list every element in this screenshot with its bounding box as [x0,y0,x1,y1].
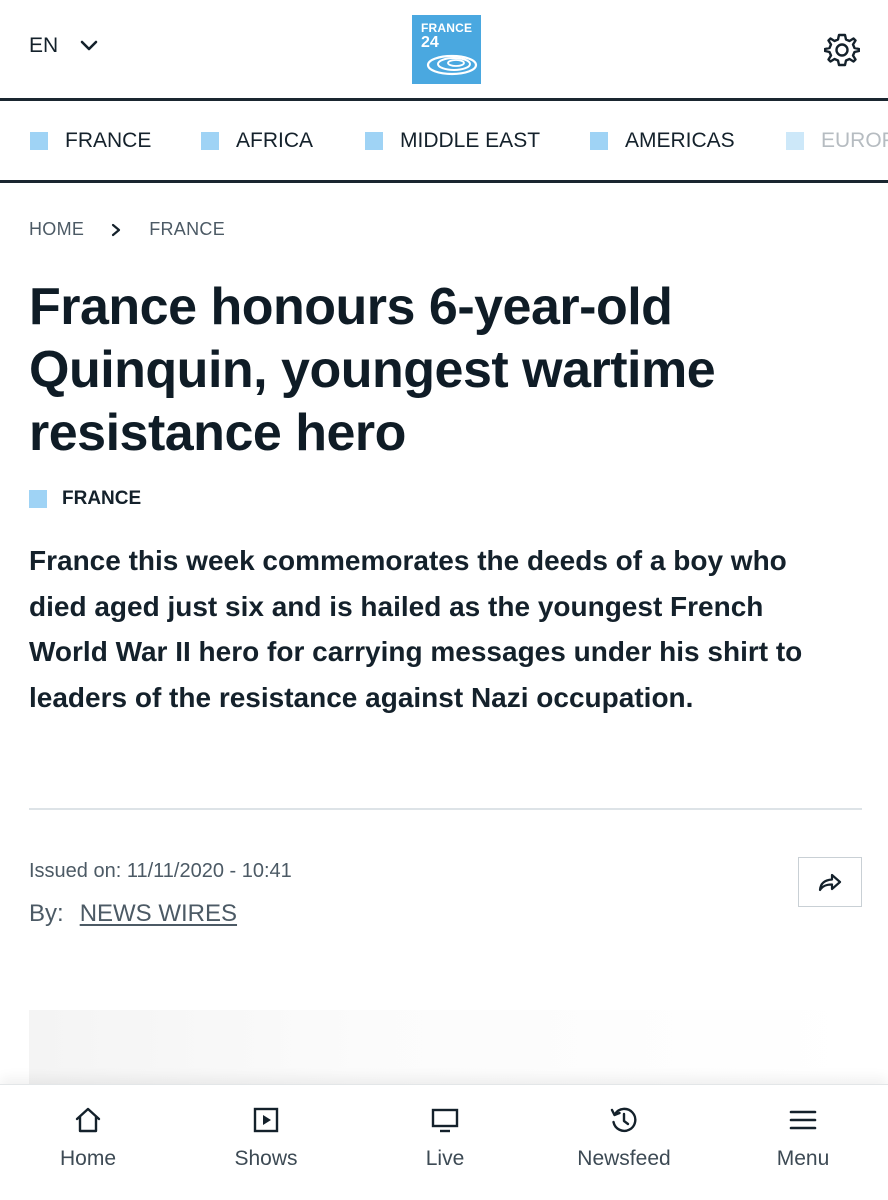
article-title: France honours 6-year-old Quinquin, youn… [29,278,716,462]
history-icon [610,1107,637,1133]
section-label: EUROPE [821,129,888,152]
section-nav: FRANCE AFRICA MIDDLE EAST AMERICAS EUROP… [0,101,888,183]
article-tag[interactable]: FRANCE [29,488,141,510]
share-arrow-icon [818,873,842,892]
bottom-nav-home[interactable]: Home [18,1105,158,1171]
section-nav-americas[interactable]: AMERICAS [590,129,735,153]
bottom-nav-label: Menu [776,1147,830,1170]
section-marker [786,132,804,150]
bottom-nav-menu[interactable]: Menu [733,1105,873,1171]
bottom-nav-label: Shows [234,1147,298,1170]
bottom-nav-label: Home [59,1147,117,1170]
bottom-nav-label: Newsfeed [577,1147,671,1170]
tag-label: FRANCE [62,488,142,509]
section-marker [30,132,48,150]
language-label: EN [29,34,59,57]
bottom-nav-newsfeed[interactable]: Newsfeed [554,1105,694,1171]
divider [29,808,862,810]
france24-logo[interactable]: FRANCE 24 [412,15,481,84]
article-lead: France this week commemorates the deeds … [29,545,803,713]
tag-marker [29,490,47,508]
monitor-icon [431,1108,459,1133]
section-marker [365,132,383,150]
chevron-down-icon [80,40,98,51]
settings-button[interactable] [823,32,861,68]
home-icon [75,1107,101,1133]
language-selector[interactable]: EN [29,34,98,58]
section-nav-africa[interactable]: AFRICA [201,129,313,153]
breadcrumb: HOME FRANCE [29,219,225,240]
section-label: AMERICAS [625,129,735,152]
bottom-nav-label: Live [425,1147,465,1170]
section-nav-middle-east[interactable]: MIDDLE EAST [365,129,540,153]
section-label: FRANCE [65,129,152,152]
issued-date: Issued on: 11/11/2020 - 10:41 [29,860,292,882]
section-marker [201,132,219,150]
page: EN FRANCE 24 FRANCE AFRICA MIDDLE EAST A… [0,0,888,1200]
byline: By: NEWS WIRES [29,900,237,928]
gear-icon [823,33,861,67]
section-label: AFRICA [236,129,314,152]
author-link[interactable]: NEWS WIRES [80,900,237,928]
bottom-nav-shows[interactable]: Shows [196,1105,336,1171]
section-nav-europe[interactable]: EUROPE [786,129,888,153]
hamburger-icon [789,1110,817,1130]
chevron-right-icon [112,223,121,236]
site-header: EN FRANCE 24 [0,0,888,101]
section-marker [590,132,608,150]
bottom-nav: Home Shows Live Newsfeed Menu [0,1084,888,1200]
section-nav-france[interactable]: FRANCE [30,129,151,153]
byline-label: By: [29,900,64,927]
section-label: MIDDLE EAST [400,129,541,152]
share-button[interactable] [798,857,862,907]
play-icon [253,1107,279,1133]
bottom-nav-live[interactable]: Live [375,1105,515,1171]
logo-waves-icon [426,54,478,76]
breadcrumb-current-link[interactable]: FRANCE [149,219,225,240]
breadcrumb-home-link[interactable]: HOME [29,219,84,240]
